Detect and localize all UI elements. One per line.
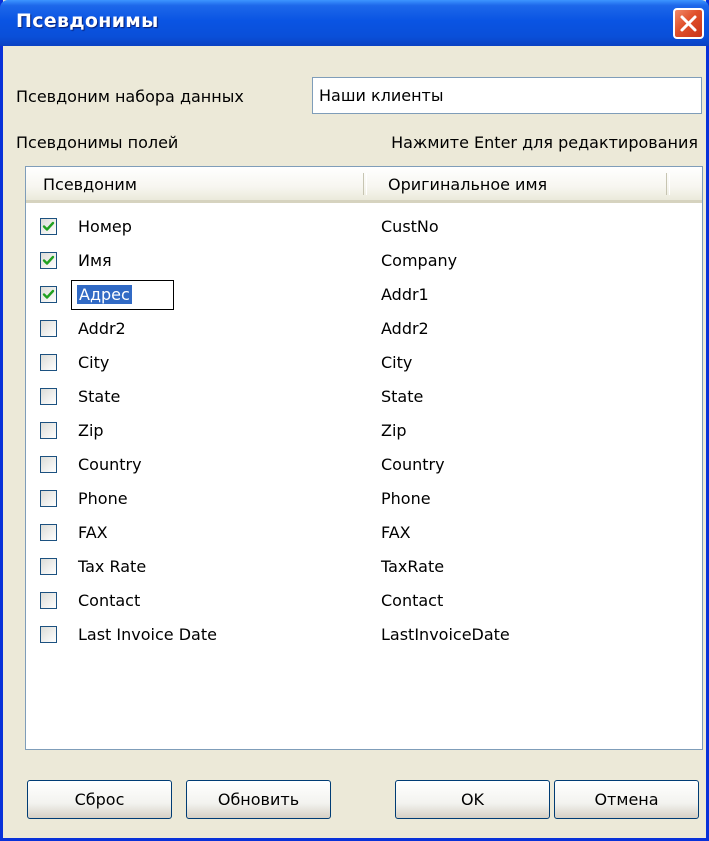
row-checkbox[interactable] (40, 456, 57, 473)
table-row[interactable]: Адрес Addr1 (26, 278, 702, 311)
close-button[interactable] (673, 8, 704, 39)
alias-cell: Phone (78, 489, 128, 508)
column-header-original-name[interactable]: Оригинальное имя (388, 175, 547, 194)
alias-cell: State (78, 387, 121, 406)
table-row[interactable]: FAX FAX (26, 516, 702, 549)
row-checkbox[interactable] (40, 388, 57, 405)
dialog-window: Псевдонимы Псевдоним набора данных Наши … (0, 0, 709, 841)
field-aliases-label: Псевдонимы полей (16, 133, 179, 152)
dataset-alias-value: Наши клиенты (319, 86, 444, 105)
alias-cell: Last Invoice Date (78, 625, 217, 644)
alias-cell: City (78, 353, 110, 372)
refresh-button[interactable]: Обновить (186, 780, 331, 819)
check-icon (42, 255, 55, 265)
table-row[interactable]: Имя Company (26, 244, 702, 277)
alias-cell: Имя (78, 251, 112, 270)
row-checkbox[interactable] (40, 252, 57, 269)
field-alias-list[interactable]: Псевдоним Оригинальное имя Номер CustNo Им… (25, 166, 703, 750)
alias-edit-input[interactable]: Адрес (71, 280, 174, 310)
original-name-cell: TaxRate (381, 557, 445, 576)
table-row[interactable]: Addr2 Addr2 (26, 312, 702, 345)
row-checkbox[interactable] (40, 286, 57, 303)
row-checkbox[interactable] (40, 558, 57, 575)
original-name-cell: Addr2 (381, 319, 429, 338)
row-checkbox[interactable] (40, 490, 57, 507)
column-divider[interactable] (666, 173, 670, 195)
alias-cell: FAX (78, 523, 108, 542)
original-name-cell: State (381, 387, 424, 406)
window-title: Псевдонимы (16, 10, 159, 32)
check-icon (42, 289, 55, 299)
original-name-cell: City (381, 353, 413, 372)
original-name-cell: Phone (381, 489, 431, 508)
original-name-cell: Country (381, 455, 445, 474)
column-divider[interactable] (363, 173, 367, 195)
table-row[interactable]: Phone Phone (26, 482, 702, 515)
alias-edit-selection: Адрес (77, 285, 132, 304)
alias-cell: Zip (78, 421, 104, 440)
alias-cell: Tax Rate (78, 557, 147, 576)
original-name-cell: Addr1 (381, 285, 429, 304)
table-row[interactable]: Contact Contact (26, 584, 702, 617)
original-name-cell: CustNo (381, 217, 439, 236)
table-row[interactable]: State State (26, 380, 702, 413)
table-row[interactable]: City City (26, 346, 702, 379)
original-name-cell: Zip (381, 421, 407, 440)
table-row[interactable]: Tax Rate TaxRate (26, 550, 702, 583)
table-row[interactable]: Номер CustNo (26, 210, 702, 243)
check-icon (42, 221, 55, 231)
dataset-alias-label: Псевдоним набора данных (16, 87, 244, 106)
row-checkbox[interactable] (40, 524, 57, 541)
original-name-cell: LastInvoiceDate (381, 625, 510, 644)
ok-button[interactable]: OK (395, 780, 550, 819)
table-row[interactable]: Last Invoice Date LastInvoiceDate (26, 618, 702, 651)
alias-cell: Addr2 (78, 319, 126, 338)
reset-button[interactable]: Сброс (27, 780, 172, 819)
row-checkbox[interactable] (40, 626, 57, 643)
original-name-cell: FAX (381, 523, 411, 542)
close-icon (680, 15, 697, 32)
alias-cell: Country (78, 455, 142, 474)
column-header-alias[interactable]: Псевдоним (43, 175, 137, 194)
row-checkbox[interactable] (40, 354, 57, 371)
row-checkbox[interactable] (40, 218, 57, 235)
list-header: Псевдоним Оригинальное имя (26, 167, 702, 203)
alias-cell: Contact (78, 591, 141, 610)
row-checkbox[interactable] (40, 422, 57, 439)
original-name-cell: Company (381, 251, 458, 270)
edit-hint: Нажмите Enter для редактирования (391, 133, 698, 152)
cancel-button[interactable]: Отмена (554, 780, 699, 819)
dataset-alias-input[interactable]: Наши клиенты (312, 77, 702, 114)
row-checkbox[interactable] (40, 320, 57, 337)
title-bar[interactable]: Псевдонимы (0, 0, 709, 46)
table-row[interactable]: Country Country (26, 448, 702, 481)
alias-cell: Номер (78, 217, 132, 236)
row-checkbox[interactable] (40, 592, 57, 609)
original-name-cell: Contact (381, 591, 444, 610)
table-row[interactable]: Zip Zip (26, 414, 702, 447)
